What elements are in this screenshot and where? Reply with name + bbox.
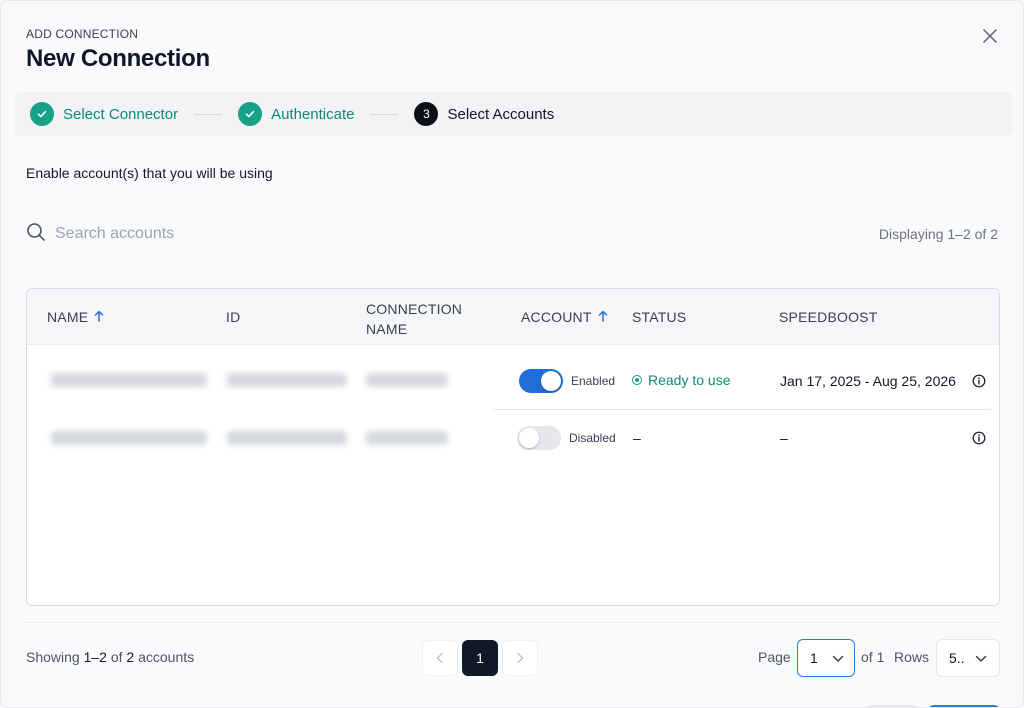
showing-of: of — [106, 649, 127, 665]
close-icon[interactable] — [979, 25, 1001, 47]
step-divider — [194, 113, 223, 115]
rows-per-page-select[interactable]: 5.. — [936, 639, 1000, 677]
column-label: STATUS — [632, 309, 687, 325]
arrow-up-icon — [94, 309, 104, 325]
column-header-speedboost: SPEEDBOOST — [779, 309, 877, 325]
stepper: Select Connector Authenticate 3 Select A… — [14, 92, 1012, 136]
info-icon[interactable] — [972, 431, 986, 445]
column-header-id: ID — [226, 309, 240, 325]
page-count-label: of 1 — [861, 649, 885, 665]
rows-select-value: 5.. — [949, 650, 965, 666]
speedboost-range: – — [780, 430, 788, 446]
toggle-knob — [519, 428, 539, 448]
column-header-account[interactable]: ACCOUNT — [521, 309, 608, 325]
redacted-name — [51, 431, 207, 445]
page-label: Page — [758, 649, 791, 665]
column-label: SPEEDBOOST — [779, 309, 878, 325]
column-header-name[interactable]: NAME — [47, 309, 104, 325]
step-authenticate[interactable]: Authenticate — [238, 102, 354, 126]
step-label: Authenticate — [271, 105, 355, 123]
page-select[interactable]: 1 — [797, 639, 855, 677]
toggle-knob — [541, 371, 561, 391]
showing-summary: Showing 1–2 of 2 accounts — [26, 649, 194, 665]
search-icon — [26, 222, 46, 247]
account-toggle-label: Disabled — [569, 431, 616, 445]
redacted-connection-name — [366, 431, 448, 445]
redacted-connection-name — [366, 373, 448, 387]
step-select-accounts[interactable]: 3 Select Accounts — [414, 102, 554, 126]
redacted-id — [227, 431, 347, 445]
table-row: Disabled – – — [27, 410, 999, 467]
pagination: 1 — [422, 640, 538, 676]
chevron-left-icon — [436, 652, 443, 664]
account-toggle-label: Enabled — [571, 374, 616, 388]
step-number: 3 — [414, 102, 439, 126]
column-label: ACCOUNT — [521, 309, 592, 325]
table-header: NAME ID CONNECTION NAME ACCOUNT STATUS S… — [27, 289, 999, 345]
check-icon — [238, 102, 263, 126]
dialog-eyebrow: ADD CONNECTION — [26, 27, 139, 41]
redacted-name — [51, 373, 207, 387]
accounts-table: NAME ID CONNECTION NAME ACCOUNT STATUS S… — [26, 288, 1000, 606]
info-icon[interactable] — [972, 374, 986, 388]
column-label: ID — [226, 309, 241, 325]
column-label: CONNECTION — [366, 301, 463, 317]
column-label: NAME — [47, 309, 89, 325]
column-label: NAME — [366, 321, 408, 337]
account-toggle[interactable] — [517, 426, 561, 450]
status-dot-icon — [632, 375, 642, 385]
new-connection-dialog: ADD CONNECTION New Connection Select Con… — [0, 0, 1024, 708]
displaying-count: Displaying 1–2 of 2 — [878, 226, 998, 242]
page-button[interactable]: 1 — [462, 640, 498, 676]
prev-page-button[interactable] — [422, 640, 458, 676]
search-input[interactable] — [55, 225, 415, 243]
chevron-down-icon — [832, 650, 844, 666]
showing-prefix: Showing — [26, 649, 84, 665]
rows-label: Rows — [894, 649, 930, 665]
showing-range: 1–2 — [83, 649, 107, 665]
table-row: Enabled Ready to use Jan 17, 2025 - Aug … — [27, 352, 999, 409]
status-text: – — [633, 430, 641, 446]
redacted-id — [227, 373, 347, 387]
status-badge: Ready to use — [632, 372, 731, 388]
column-header-connection-name: CONNECTION NAME — [366, 299, 462, 339]
instruction-text: Enable account(s) that you will be using — [26, 165, 273, 181]
chevron-down-icon — [975, 650, 987, 666]
step-select-connector[interactable]: Select Connector — [30, 102, 178, 126]
dialog-title: New Connection — [26, 45, 210, 72]
search-bar — [26, 222, 426, 246]
chevron-right-icon — [517, 652, 524, 664]
footer-divider — [26, 622, 1000, 623]
page-select-value: 1 — [810, 650, 818, 666]
status-text: Ready to use — [648, 372, 731, 388]
account-toggle[interactable] — [519, 369, 563, 393]
step-label: Select Accounts — [447, 105, 555, 123]
check-icon — [30, 102, 54, 126]
step-label: Select Connector — [63, 105, 179, 123]
showing-suffix: accounts — [134, 649, 195, 665]
step-divider — [370, 113, 399, 115]
speedboost-range: Jan 17, 2025 - Aug 25, 2026 — [780, 373, 956, 389]
arrow-up-icon — [598, 309, 608, 325]
next-page-button[interactable] — [502, 640, 538, 676]
column-header-status: STATUS — [632, 309, 686, 325]
